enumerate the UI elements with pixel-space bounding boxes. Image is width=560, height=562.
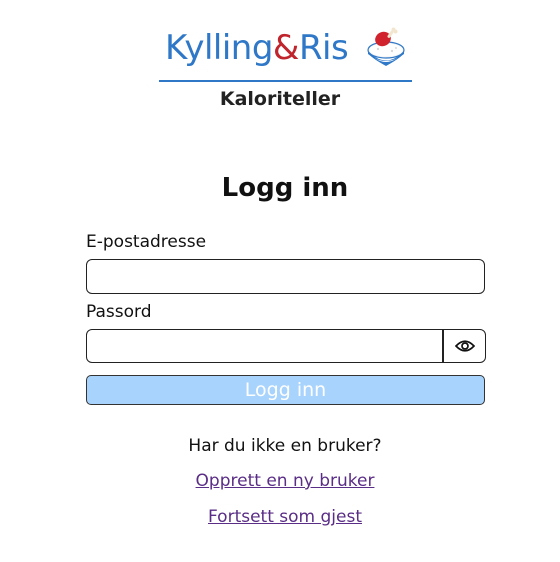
email-label: E-postadresse xyxy=(86,232,207,252)
create-account-link[interactable]: Opprett en ny bruker xyxy=(0,470,560,492)
app-subtitle: Kaloriteller xyxy=(219,88,341,110)
show-password-button[interactable] xyxy=(443,329,486,363)
logo-ampersand: & xyxy=(272,28,300,68)
logo-word-ris: Ris xyxy=(298,28,349,68)
logo-text: Kylling&Ris xyxy=(165,26,349,70)
password-field[interactable] xyxy=(86,329,443,363)
password-label: Passord xyxy=(86,302,152,322)
login-button[interactable]: Logg inn xyxy=(86,375,485,405)
email-field[interactable] xyxy=(86,259,485,294)
logo: Kylling&Ris xyxy=(159,24,412,82)
chicken-rice-bowl-icon xyxy=(367,27,405,66)
no-account-prompt: Har du ikke en bruker? xyxy=(188,436,382,456)
logo-word-kylling: Kylling xyxy=(165,28,273,68)
continue-as-guest-link[interactable]: Fortsett som gjest xyxy=(0,506,560,528)
page-title: Logg inn xyxy=(221,173,349,203)
eye-icon xyxy=(454,340,475,352)
